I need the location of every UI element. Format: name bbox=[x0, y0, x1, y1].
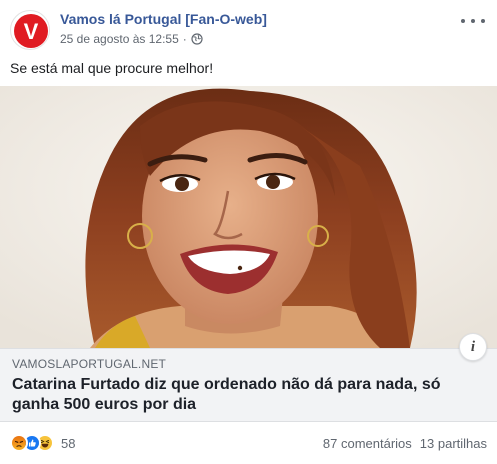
meta-separator: · bbox=[182, 32, 187, 46]
info-icon[interactable]: i bbox=[459, 333, 487, 361]
shares-count-link[interactable]: 13 partilhas bbox=[420, 436, 487, 451]
more-options-icon[interactable] bbox=[461, 14, 485, 28]
svg-text:V: V bbox=[24, 19, 39, 44]
facebook-post: V Vamos lá Portugal [Fan-O-web] 25 de ag… bbox=[0, 0, 497, 464]
page-name-link[interactable]: Vamos lá Portugal [Fan-O-web] bbox=[60, 11, 267, 27]
link-domain: VAMOSLAPORTUGAL.NET bbox=[12, 357, 167, 371]
link-preview-image[interactable] bbox=[0, 86, 497, 348]
post-timestamp[interactable]: 25 de agosto às 12:55 bbox=[60, 32, 179, 46]
post-message: Se está mal que procure melhor! bbox=[10, 60, 214, 76]
page-avatar[interactable]: V bbox=[10, 10, 50, 50]
avatar-logo-icon: V bbox=[14, 14, 48, 48]
comments-count-link[interactable]: 87 comentários bbox=[323, 436, 412, 451]
reactions-summary[interactable]: 58 bbox=[10, 434, 75, 452]
reaction-count: 58 bbox=[61, 435, 76, 451]
post-stats: 87 comentários 13 partilhas bbox=[323, 436, 487, 451]
angry-icon bbox=[10, 434, 28, 452]
post-header: V Vamos lá Portugal [Fan-O-web] 25 de ag… bbox=[10, 8, 487, 52]
post-meta: 25 de agosto às 12:55 · bbox=[60, 32, 203, 46]
post-footer: 58 87 comentários 13 partilhas bbox=[10, 432, 487, 456]
link-preview[interactable]: i VAMOSLAPORTUGAL.NET Catarina Furtado d… bbox=[0, 333, 497, 422]
globe-icon[interactable] bbox=[191, 33, 203, 45]
link-headline[interactable]: Catarina Furtado diz que ordenado não dá… bbox=[12, 375, 482, 415]
